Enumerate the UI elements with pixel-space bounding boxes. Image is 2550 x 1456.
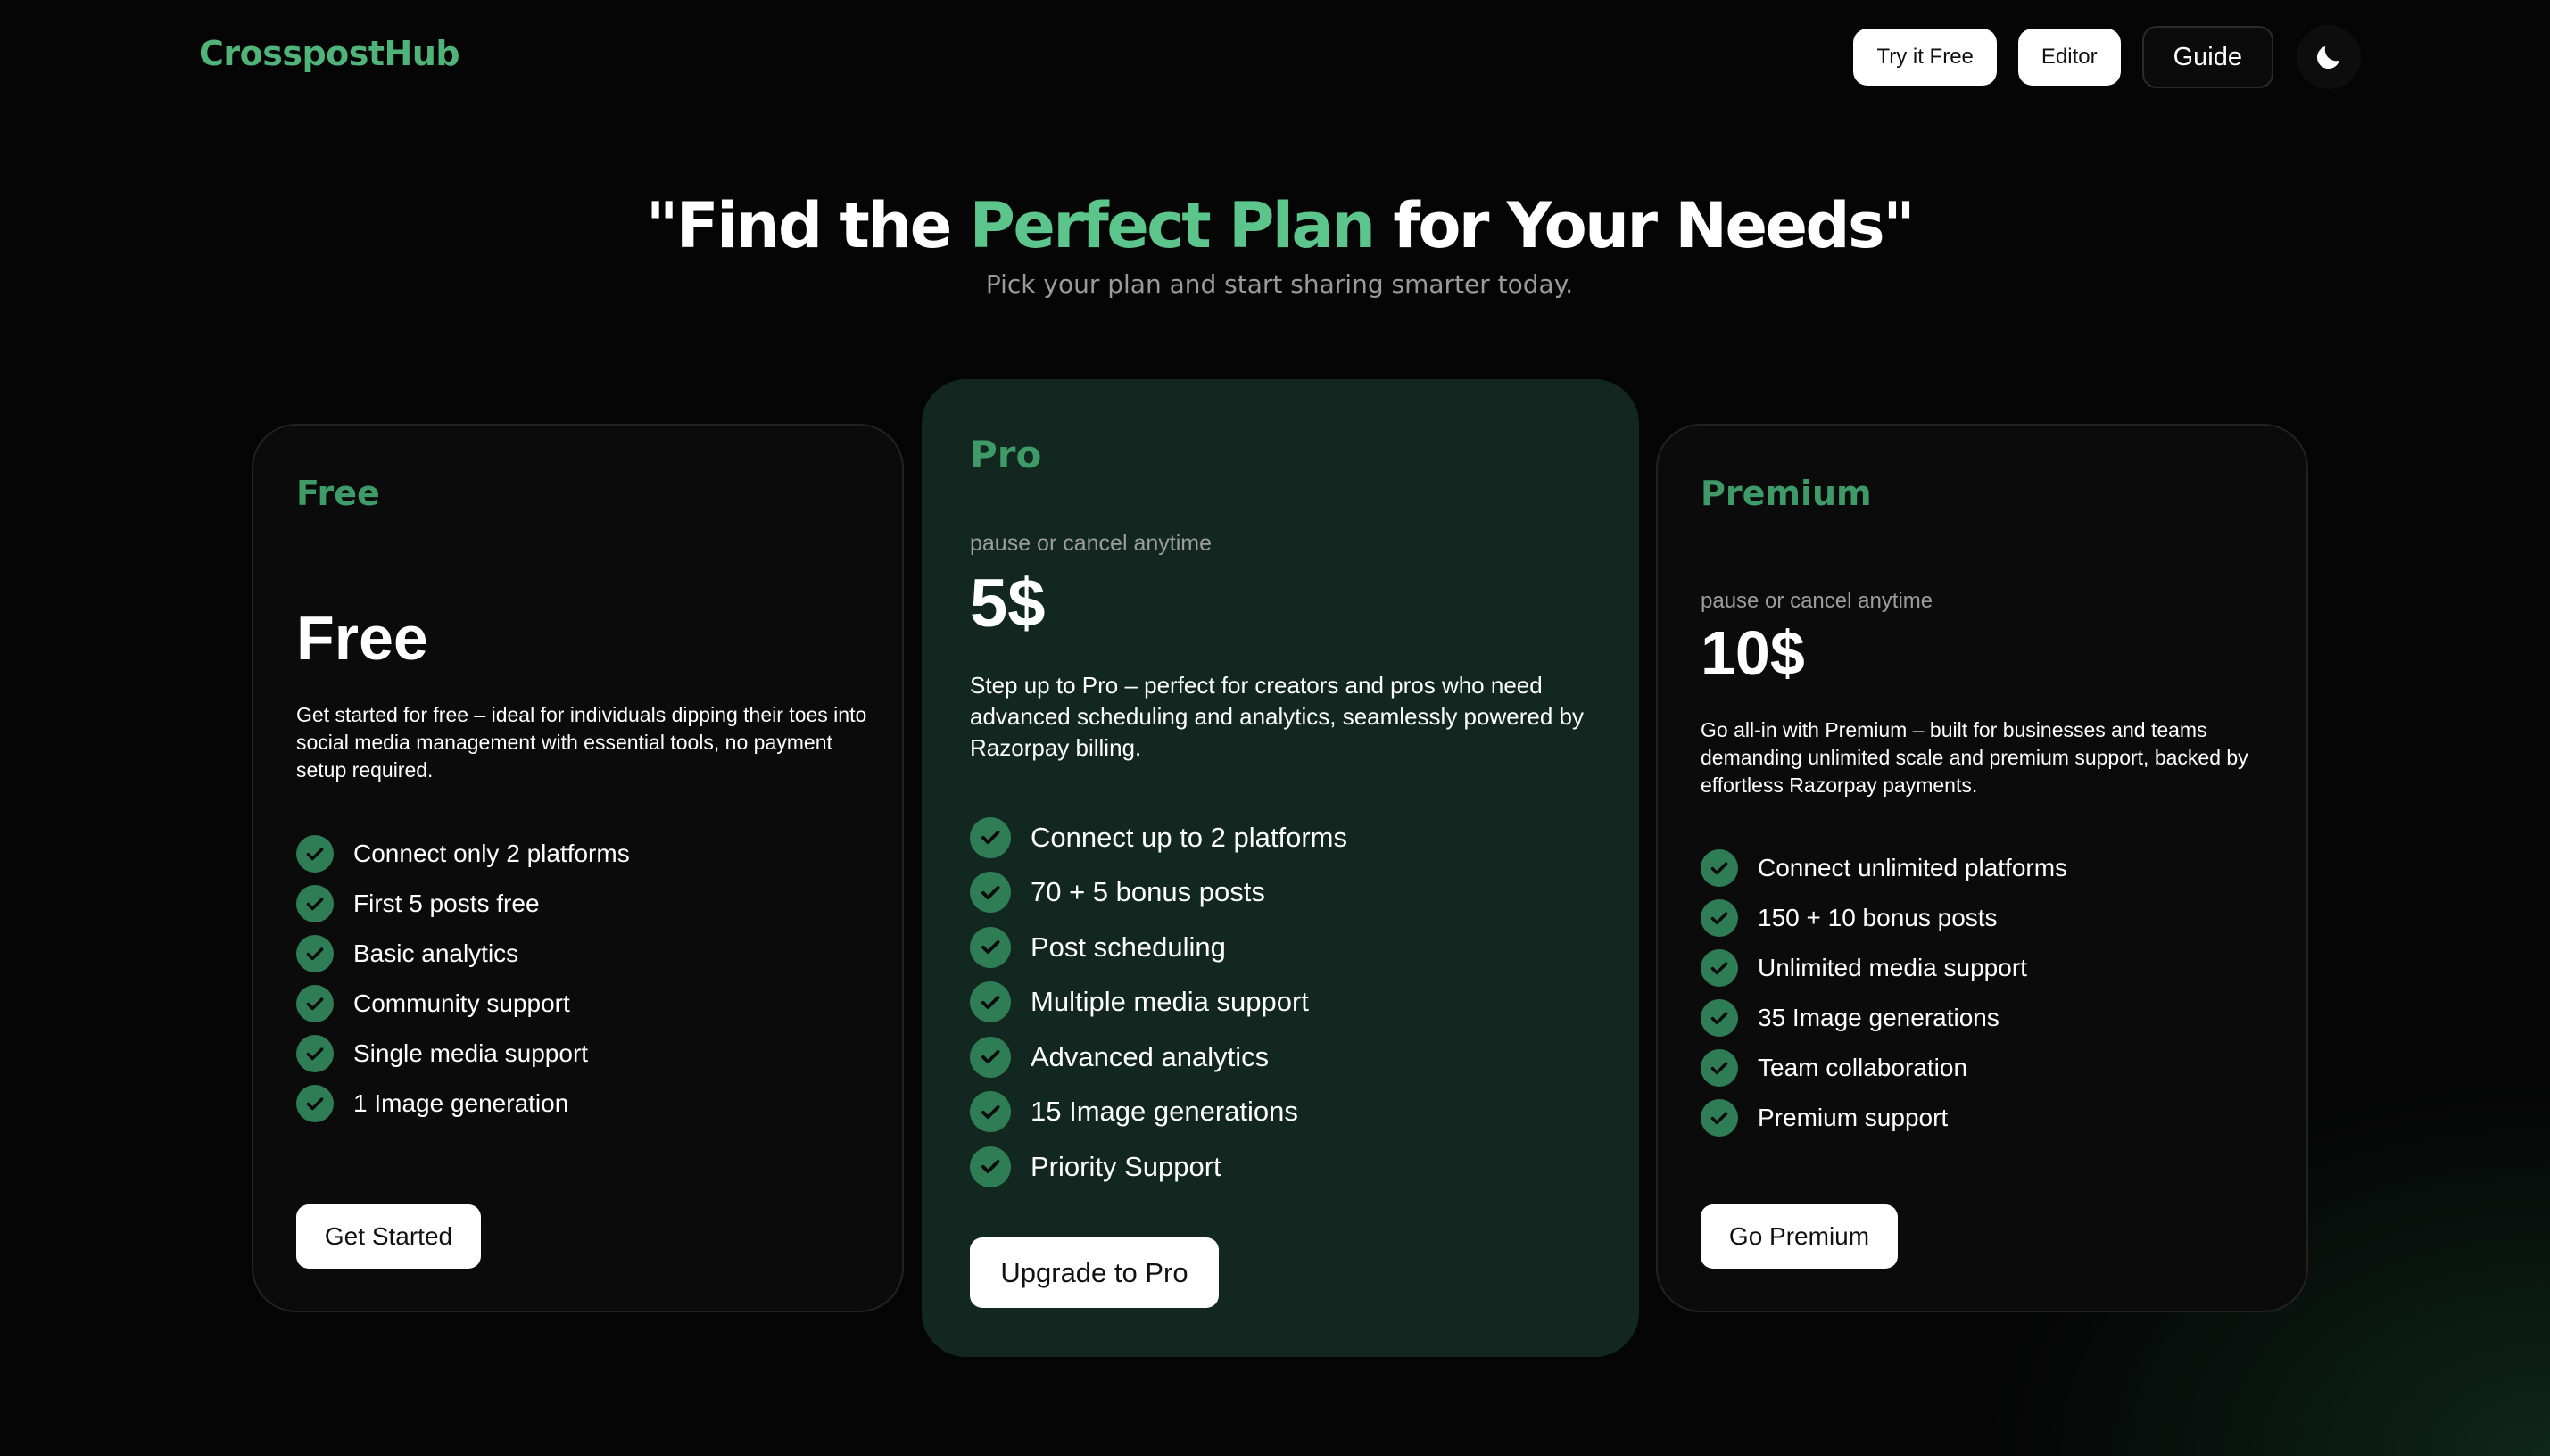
check-icon xyxy=(296,935,334,972)
theme-toggle-button[interactable] xyxy=(2297,25,2361,89)
plan-name: Free xyxy=(296,474,380,513)
feature-label: Connect only 2 platforms xyxy=(353,840,630,867)
plan-note: pause or cancel anytime xyxy=(970,531,1212,556)
check-icon xyxy=(296,1085,334,1122)
check-icon xyxy=(970,1091,1011,1133)
feature-label: Community support xyxy=(353,989,570,1017)
check-icon xyxy=(1701,949,1738,987)
go-premium-button[interactable]: Go Premium xyxy=(1701,1204,1898,1269)
plan-description: Go all-in with Premium – built for busin… xyxy=(1701,718,2248,798)
feature-label: 15 Image generations xyxy=(1031,1096,1298,1128)
feature-label: Advanced analytics xyxy=(1031,1040,1270,1072)
feature-item: Premium support xyxy=(1701,1093,2067,1143)
feature-item: Priority Support xyxy=(970,1139,1347,1195)
feature-label: 1 Image generation xyxy=(353,1089,569,1117)
feature-item: 15 Image generations xyxy=(970,1085,1347,1140)
plan-name: Premium xyxy=(1701,474,1872,513)
plan-note: pause or cancel anytime xyxy=(1701,589,1933,613)
feature-list: Connect up to 2 platforms 70 + 5 bonus po… xyxy=(970,810,1347,1195)
check-icon xyxy=(296,835,334,873)
brand-logo[interactable]: CrosspostHub xyxy=(199,34,460,73)
moon-icon xyxy=(2316,46,2339,70)
guide-button[interactable]: Guide xyxy=(2141,26,2273,88)
title-prefix: "Find the xyxy=(645,189,970,262)
editor-button[interactable]: Editor xyxy=(2017,29,2121,86)
plan-price: Free xyxy=(296,603,428,673)
feature-item: Connect only 2 platforms xyxy=(296,829,630,879)
feature-item: 150 + 10 bonus posts xyxy=(1701,893,2067,943)
feature-item: 1 Image generation xyxy=(296,1079,630,1129)
feature-label: 35 Image generations xyxy=(1758,1004,1999,1031)
check-icon xyxy=(1701,849,1738,887)
check-icon xyxy=(1701,999,1738,1037)
plan-price: 10$ xyxy=(1701,618,1805,688)
check-icon xyxy=(296,885,334,922)
plan-price: 5$ xyxy=(970,566,1046,641)
feature-item: Post scheduling xyxy=(970,920,1347,975)
check-icon xyxy=(296,985,334,1022)
feature-label: Connect up to 2 platforms xyxy=(1031,821,1347,853)
feature-label: 70 + 5 bonus posts xyxy=(1031,876,1265,908)
check-icon xyxy=(296,1035,334,1072)
feature-label: 150 + 10 bonus posts xyxy=(1758,904,1998,931)
try-free-button[interactable]: Try it Free xyxy=(1853,29,1997,86)
check-icon xyxy=(970,1146,1011,1187)
feature-item: Connect unlimited platforms xyxy=(1701,843,2067,893)
plan-name: Pro xyxy=(970,433,1042,476)
feature-item: Basic analytics xyxy=(296,929,630,979)
plan-description: Step up to Pro – perfect for creators an… xyxy=(970,672,1584,762)
feature-item: Team collaboration xyxy=(1701,1043,2067,1093)
top-nav: Try it Free Editor Guide xyxy=(1853,25,2361,89)
get-started-button[interactable]: Get Started xyxy=(296,1204,481,1269)
check-icon xyxy=(970,816,1011,858)
feature-label: First 5 posts free xyxy=(353,889,540,917)
check-icon xyxy=(970,926,1011,968)
check-icon xyxy=(970,872,1011,914)
feature-label: Post scheduling xyxy=(1031,931,1226,963)
feature-item: First 5 posts free xyxy=(296,879,630,929)
feature-label: Priority Support xyxy=(1031,1150,1221,1182)
feature-item: Multiple media support xyxy=(970,975,1347,1030)
plan-card-free: Free Free Get started for free – ideal f… xyxy=(252,424,904,1312)
check-icon xyxy=(1701,1049,1738,1087)
feature-label: Unlimited media support xyxy=(1758,954,2027,981)
feature-label: Single media support xyxy=(353,1039,589,1067)
feature-item: Single media support xyxy=(296,1029,630,1079)
feature-label: Premium support xyxy=(1758,1104,1949,1131)
feature-list: Connect only 2 platforms First 5 posts fr… xyxy=(296,829,630,1129)
feature-list: Connect unlimited platforms 150 + 10 bonu… xyxy=(1701,843,2067,1143)
feature-item: Unlimited media support xyxy=(1701,943,2067,993)
feature-label: Team collaboration xyxy=(1758,1054,1968,1081)
check-icon xyxy=(1701,1099,1738,1137)
plan-card-premium: Premium pause or cancel anytime 10$ Go a… xyxy=(1656,424,2308,1312)
feature-item: Community support xyxy=(296,979,630,1029)
feature-item: Connect up to 2 platforms xyxy=(970,810,1347,865)
page-title: "Find the Perfect Plan for Your Needs" xyxy=(0,189,2550,262)
page-subtitle: Pick your plan and start sharing smarter… xyxy=(985,269,1574,299)
title-accent: Perfect Plan xyxy=(969,189,1376,262)
feature-label: Basic analytics xyxy=(353,939,519,967)
feature-item: 35 Image generations xyxy=(1701,993,2067,1043)
check-icon xyxy=(970,981,1011,1023)
feature-item: Advanced analytics xyxy=(970,1030,1347,1085)
check-icon xyxy=(1701,899,1738,937)
feature-label: Connect unlimited platforms xyxy=(1758,854,2068,881)
plan-description: Get started for free – ideal for individ… xyxy=(296,703,867,782)
upgrade-to-pro-button[interactable]: Upgrade to Pro xyxy=(970,1237,1219,1308)
title-suffix: for Your Needs" xyxy=(1373,189,1915,262)
feature-label: Multiple media support xyxy=(1031,986,1309,1018)
check-icon xyxy=(970,1036,1011,1078)
plan-card-pro: Pro pause or cancel anytime 5$ Step up t… xyxy=(922,379,1639,1357)
feature-item: 70 + 5 bonus posts xyxy=(970,865,1347,921)
